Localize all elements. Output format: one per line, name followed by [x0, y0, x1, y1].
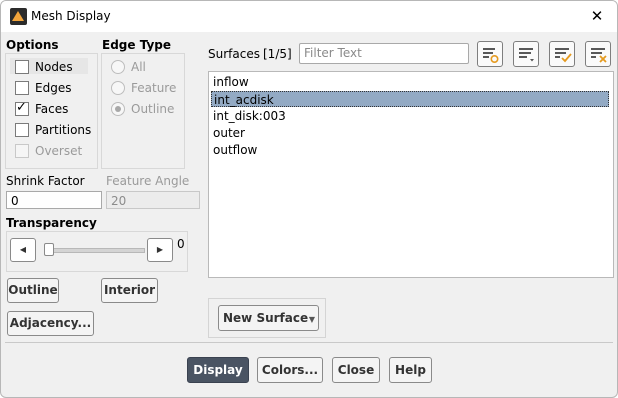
options-heading: Options [6, 38, 59, 52]
feature-angle-input: 20 [106, 191, 200, 209]
list-options-button[interactable] [513, 41, 539, 67]
colors-button[interactable]: Colors... [257, 357, 323, 383]
dropdown-arrow-icon: ▼ [308, 315, 315, 324]
list-item[interactable]: outflow [211, 142, 611, 158]
deselect-all-button[interactable] [585, 41, 611, 67]
transparency-slider-thumb[interactable] [44, 243, 54, 256]
transparency-heading: Transparency [6, 216, 97, 230]
close-button[interactable]: Close [332, 357, 380, 383]
edge-all-radio [111, 60, 125, 74]
select-all-button[interactable] [549, 41, 575, 67]
faces-label: Faces [35, 102, 69, 116]
nodes-label: Nodes [35, 60, 73, 74]
list-clear-icon [591, 48, 607, 63]
surfaces-count: [1/5] [263, 47, 292, 61]
edge-outline-radio [111, 102, 125, 116]
slider-increase-button[interactable]: ▶ [147, 238, 173, 262]
overset-label: Overset [35, 144, 83, 158]
overset-checkbox [15, 144, 29, 158]
partitions-checkbox[interactable] [15, 123, 29, 137]
window-title: Mesh Display [31, 9, 111, 23]
list-check-icon [555, 48, 572, 63]
surfaces-list[interactable]: inflow int_acdisk int_disk:003 outer out… [208, 71, 614, 278]
new-surface-label: New Surface [223, 311, 309, 325]
partitions-label: Partitions [35, 123, 92, 137]
list-item[interactable]: outer [211, 125, 611, 141]
surfaces-label: Surfaces [208, 47, 260, 61]
transparency-slider-track[interactable] [47, 248, 145, 253]
list-filter-icon [483, 48, 499, 64]
list-item[interactable]: inflow [211, 74, 611, 90]
adjacency-button[interactable]: Adjacency... [7, 311, 94, 336]
list-item[interactable]: int_acdisk [211, 91, 609, 107]
edge-type-heading: Edge Type [102, 38, 172, 52]
close-window-icon[interactable]: ✕ [587, 6, 607, 26]
interior-button[interactable]: Interior [101, 278, 158, 303]
transparency-value: 0 [177, 237, 185, 251]
options-group: Nodes Edges Faces Partitions Overset [5, 53, 98, 169]
outline-button[interactable]: Outline [7, 278, 59, 303]
select-list-button[interactable] [477, 41, 503, 67]
edges-label: Edges [35, 81, 72, 95]
edge-all-label: All [131, 60, 146, 74]
help-button[interactable]: Help [389, 357, 432, 383]
feature-angle-label: Feature Angle [106, 174, 190, 188]
display-button[interactable]: Display [187, 357, 249, 383]
new-surface-button[interactable]: New Surface ▼ [218, 305, 319, 331]
faces-checkbox[interactable] [15, 100, 29, 116]
edge-type-group: All Feature Outline [101, 53, 185, 169]
shrink-factor-input[interactable]: 0 [6, 191, 102, 209]
list-item[interactable]: int_disk:003 [211, 108, 611, 124]
mesh-display-dialog: Mesh Display ✕ Options Nodes Edges Faces… [0, 0, 618, 398]
bottom-separator [5, 342, 613, 343]
edge-outline-label: Outline [131, 102, 175, 116]
new-surface-group: New Surface ▼ [208, 298, 326, 338]
fluent-app-icon [10, 8, 27, 25]
list-menu-icon [519, 48, 534, 62]
title-bar: Mesh Display ✕ [1, 1, 617, 32]
shrink-factor-label: Shrink Factor [6, 174, 85, 188]
edge-feature-radio [111, 81, 125, 95]
nodes-checkbox[interactable] [15, 60, 29, 74]
transparency-group: ◀ ▶ [6, 231, 188, 272]
filter-text-input[interactable]: Filter Text [299, 43, 469, 64]
slider-decrease-button[interactable]: ◀ [10, 238, 36, 262]
edge-feature-label: Feature [131, 81, 177, 95]
edges-checkbox[interactable] [15, 81, 29, 95]
